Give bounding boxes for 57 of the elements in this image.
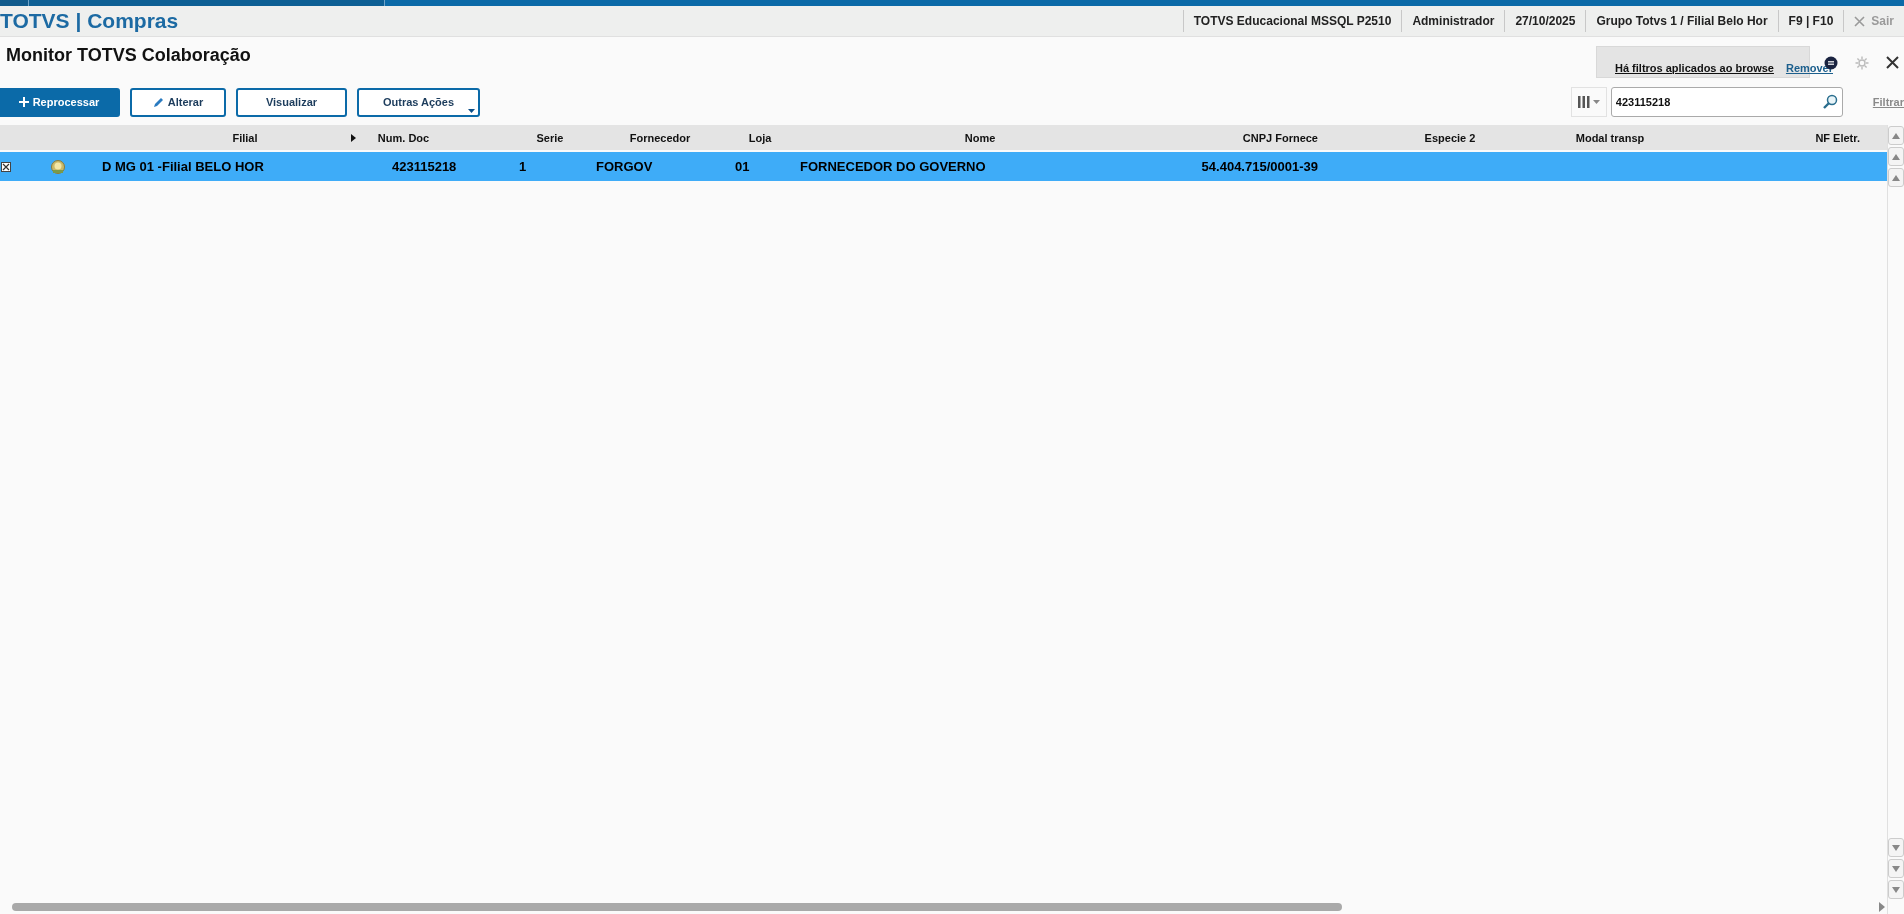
- column-header[interactable]: Loja: [730, 131, 790, 144]
- scroll-up-button[interactable]: [1888, 147, 1904, 166]
- column-header[interactable]: Modal transp: [1540, 131, 1680, 144]
- scroll-right-icon[interactable]: [1879, 902, 1885, 912]
- plus-icon: [18, 97, 29, 107]
- table-cell-text: FORGOV: [595, 159, 654, 174]
- close-icon[interactable]: [1886, 56, 1899, 69]
- column-header[interactable]: Serie: [510, 131, 590, 144]
- sort-arrow-icon[interactable]: [350, 133, 356, 142]
- scroll-down-button[interactable]: [1888, 838, 1904, 857]
- header-info[interactable]: F9 | F10: [1777, 10, 1844, 32]
- action-button[interactable]: Alterar: [130, 87, 226, 117]
- column-header[interactable]: NF Eletr.: [1680, 131, 1880, 144]
- status-box-icon: [1, 161, 11, 172]
- table-cell-text: 01: [734, 159, 751, 174]
- app-title: TOTVS | Compras: [0, 9, 179, 33]
- column-header[interactable]: Nome: [790, 131, 1170, 144]
- scroll-down-button[interactable]: [1888, 880, 1904, 899]
- search-field[interactable]: 423115218: [1610, 87, 1843, 117]
- scroll-up-button[interactable]: [1888, 126, 1904, 145]
- table-row[interactable]: D MG 01 -Filial BELO HOR 423115218 1 FORGOV 01 FORNECEDOR DO GOVERNO 54.404.715/0001-39: [0, 152, 1887, 181]
- triangle-up-icon: [1892, 132, 1900, 139]
- close-icon: [1854, 15, 1866, 27]
- table-cell-text: FORNECEDOR DO GOVERNO: [799, 159, 987, 174]
- page-title: Monitor TOTVS Colaboração: [6, 45, 251, 66]
- header-info[interactable]: 27/10/2025: [1504, 10, 1586, 32]
- filter-notice-text: Há filtros aplicados ao browse: [1615, 62, 1774, 74]
- column-header[interactable]: Num. Doc: [377, 131, 430, 144]
- triangle-up-icon: [1892, 153, 1900, 160]
- action-button[interactable]: Outras Ações: [357, 87, 480, 117]
- caret-icon: [1592, 100, 1600, 104]
- caret-icon: [468, 108, 475, 113]
- header-info[interactable]: Administrador: [1401, 10, 1505, 32]
- column-header[interactable]: CNPJ Fornece: [1170, 131, 1360, 144]
- pencil-icon: [152, 96, 164, 108]
- search-icon[interactable]: [1822, 94, 1838, 109]
- scrollbar-thumb[interactable]: [12, 903, 1342, 911]
- action-button[interactable]: Reprocessar: [0, 87, 120, 117]
- columns-icon: [1577, 96, 1590, 108]
- settings-icon[interactable]: [1855, 56, 1869, 70]
- header-info[interactable]: Grupo Totvs 1 / Filial Belo Hor: [1585, 10, 1778, 32]
- column-chooser[interactable]: [1570, 87, 1607, 117]
- action-button[interactable]: Visualizar: [236, 87, 347, 117]
- scroll-up-button[interactable]: [1888, 168, 1904, 187]
- triangle-down-icon: [1892, 886, 1900, 893]
- column-header[interactable]: Especie 2: [1360, 131, 1540, 144]
- column-header[interactable]: Fornecedor: [590, 131, 730, 144]
- table-cell-text: 54.404.715/0001-39: [1200, 159, 1319, 174]
- triangle-up-icon: [1892, 174, 1900, 181]
- triangle-down-icon: [1892, 865, 1900, 872]
- triangle-down-icon: [1892, 844, 1900, 851]
- header-info[interactable]: TOTVS Educacional MSSQL P2510: [1182, 10, 1402, 32]
- scroll-down-button[interactable]: [1888, 859, 1904, 878]
- table-cell-text: D MG 01 -Filial BELO HOR: [101, 159, 265, 174]
- table-cell-text: 423115218: [391, 159, 458, 174]
- status-icon: [50, 159, 66, 174]
- table-cell-text: 1: [518, 159, 528, 174]
